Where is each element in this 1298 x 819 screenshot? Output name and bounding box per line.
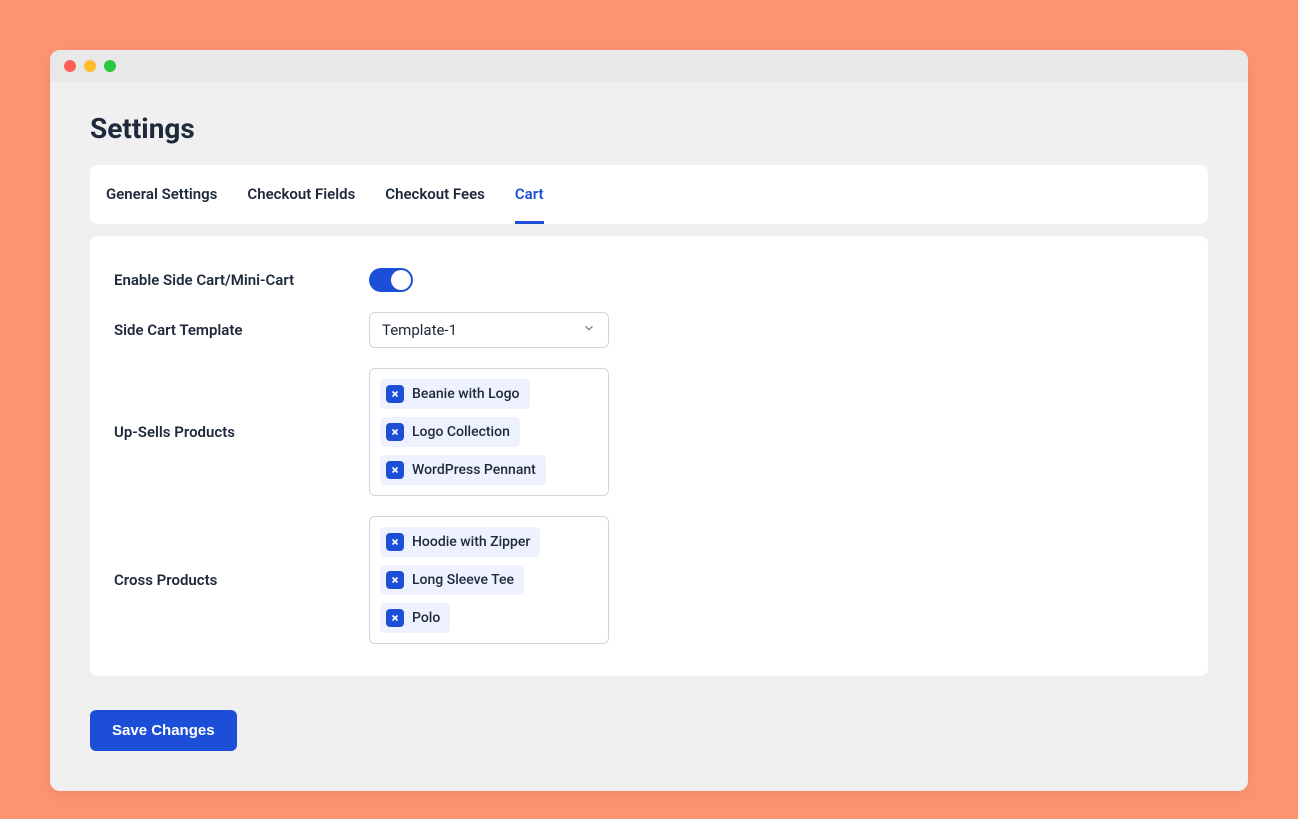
tag-label: Beanie with Logo (412, 386, 520, 402)
toggle-enable-side-cart[interactable] (369, 268, 413, 292)
select-value: Template-1 (382, 321, 457, 339)
tab-general-settings[interactable]: General Settings (106, 165, 217, 224)
close-icon[interactable] (64, 60, 76, 72)
tag-label: WordPress Pennant (412, 462, 536, 478)
row-side-cart-template: Side Cart Template Template-1 (114, 312, 1184, 348)
cross-tagbox[interactable]: Hoodie with Zipper Long Sleeve Tee Polo (369, 516, 609, 644)
remove-tag-icon[interactable] (386, 385, 404, 403)
tab-cart[interactable]: Cart (515, 165, 544, 224)
label-side-cart-template: Side Cart Template (114, 321, 369, 339)
tab-checkout-fields[interactable]: Checkout Fields (247, 165, 355, 224)
tag-cross: Hoodie with Zipper (380, 527, 540, 557)
tag-cross: Polo (380, 603, 450, 633)
tag-label: Logo Collection (412, 424, 510, 440)
label-cross: Cross Products (114, 571, 369, 589)
tag-upsell: Beanie with Logo (380, 379, 530, 409)
label-enable-side-cart: Enable Side Cart/Mini-Cart (114, 271, 369, 289)
label-upsells: Up-Sells Products (114, 423, 369, 441)
remove-tag-icon[interactable] (386, 609, 404, 627)
remove-tag-icon[interactable] (386, 571, 404, 589)
remove-tag-icon[interactable] (386, 423, 404, 441)
window-titlebar (50, 50, 1248, 82)
page-title: Settings (90, 112, 1208, 145)
tag-upsell: WordPress Pennant (380, 455, 546, 485)
select-side-cart-template[interactable]: Template-1 (369, 312, 609, 348)
toggle-knob (391, 270, 411, 290)
content-area: Settings General Settings Checkout Field… (50, 82, 1248, 791)
maximize-icon[interactable] (104, 60, 116, 72)
app-window: Settings General Settings Checkout Field… (50, 50, 1248, 791)
minimize-icon[interactable] (84, 60, 96, 72)
tag-upsell: Logo Collection (380, 417, 520, 447)
save-button[interactable]: Save Changes (90, 710, 237, 751)
remove-tag-icon[interactable] (386, 461, 404, 479)
row-enable-side-cart: Enable Side Cart/Mini-Cart (114, 268, 1184, 292)
settings-panel: Enable Side Cart/Mini-Cart Side Cart Tem… (90, 236, 1208, 676)
upsells-tagbox[interactable]: Beanie with Logo Logo Collection WordPre… (369, 368, 609, 496)
chevron-down-icon (582, 321, 596, 339)
tag-label: Long Sleeve Tee (412, 572, 514, 588)
tag-cross: Long Sleeve Tee (380, 565, 524, 595)
row-upsells: Up-Sells Products Beanie with Logo Logo … (114, 368, 1184, 496)
tag-label: Hoodie with Zipper (412, 534, 530, 550)
row-cross: Cross Products Hoodie with Zipper Long S… (114, 516, 1184, 644)
settings-tabs: General Settings Checkout Fields Checkou… (90, 165, 1208, 224)
tag-label: Polo (412, 610, 440, 626)
remove-tag-icon[interactable] (386, 533, 404, 551)
tab-checkout-fees[interactable]: Checkout Fees (385, 165, 485, 224)
